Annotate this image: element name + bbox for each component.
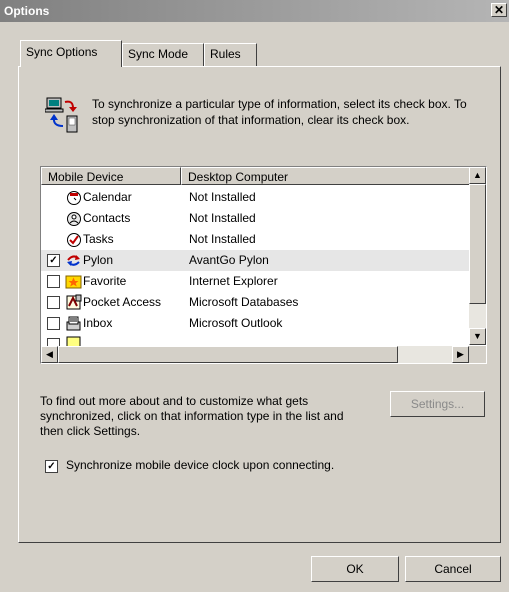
cancel-button[interactable]: Cancel <box>405 556 501 582</box>
item-checkbox[interactable] <box>47 317 60 330</box>
item-name: Pocket Access <box>83 295 162 309</box>
item-name: Favorite <box>83 274 127 288</box>
horizontal-scrollbar[interactable]: ◀ ▶ <box>41 346 469 363</box>
scroll-left-button[interactable]: ◀ <box>41 346 58 363</box>
item-name: Inbox <box>83 316 113 330</box>
close-icon: ✕ <box>493 3 505 17</box>
settings-help-text: To find out more about and to customize … <box>40 394 344 438</box>
favorite-icon <box>65 273 82 290</box>
scroll-down-icon: ▼ <box>473 331 482 341</box>
item-name: Pylon <box>83 253 114 267</box>
window-title: Options <box>4 4 50 18</box>
settings-button[interactable]: Settings... <box>390 391 485 417</box>
contacts-icon <box>65 210 82 227</box>
scroll-thumb[interactable] <box>469 184 486 304</box>
list-item[interactable]: ✓ Pylon AvantGo Pylon <box>41 250 469 271</box>
scroll-left-icon: ◀ <box>46 349 53 359</box>
clock-sync-label[interactable]: Synchronize mobile device clock upon con… <box>66 458 334 472</box>
options-dialog: Options ✕ Sync Options Sync Mode Rules T… <box>0 0 509 592</box>
item-checkbox[interactable] <box>47 275 60 288</box>
scroll-right-icon: ▶ <box>457 349 464 359</box>
column-header-desktop-computer[interactable]: Desktop Computer <box>181 167 471 185</box>
scroll-up-button[interactable]: ▲ <box>469 167 486 184</box>
scroll-down-button[interactable]: ▼ <box>469 328 486 345</box>
pocket-access-icon <box>65 294 82 311</box>
item-desktop: Not Installed <box>189 190 256 204</box>
list-item[interactable]: Inbox Microsoft Outlook <box>41 313 469 334</box>
horizontal-scroll-thumb[interactable] <box>58 346 398 363</box>
intro-text: To synchronize a particular type of info… <box>92 97 467 127</box>
title-bar[interactable]: Options ✕ <box>0 0 509 22</box>
clock-sync-checkbox[interactable]: ✓ <box>45 460 58 473</box>
item-desktop: Microsoft Databases <box>189 295 299 309</box>
list-item[interactable]: Pocket Access Microsoft Databases <box>41 292 469 313</box>
sync-items-list[interactable]: Mobile Device Desktop Computer Calendar … <box>40 166 487 364</box>
list-item[interactable]: Favorite Internet Explorer <box>41 271 469 292</box>
tab-sync-mode[interactable]: Sync Mode <box>122 43 204 66</box>
item-desktop: AvantGo Pylon <box>189 253 269 267</box>
vertical-scrollbar[interactable]: ▲ ▼ <box>469 167 486 345</box>
item-desktop: Not Installed <box>189 232 256 246</box>
scroll-right-button[interactable]: ▶ <box>452 346 469 363</box>
item-desktop: Internet Explorer <box>189 274 278 288</box>
tab-sync-options[interactable]: Sync Options <box>20 40 122 67</box>
sync-icon <box>44 96 85 136</box>
item-checkbox[interactable] <box>47 296 60 309</box>
ok-button[interactable]: OK <box>311 556 399 582</box>
close-button[interactable]: ✕ <box>491 3 507 17</box>
sync-arrows-icon <box>65 252 82 269</box>
list-item[interactable]: Contacts Not Installed <box>41 208 469 229</box>
scrollbar-corner <box>469 346 486 363</box>
item-name: Calendar <box>83 190 132 204</box>
list-item[interactable]: Tasks Not Installed <box>41 229 469 250</box>
scroll-up-icon: ▲ <box>473 170 482 180</box>
item-checkbox[interactable]: ✓ <box>47 254 60 267</box>
item-desktop: Microsoft Outlook <box>189 316 283 330</box>
item-desktop: Not Installed <box>189 211 256 225</box>
tasks-icon <box>65 231 82 248</box>
inbox-icon <box>65 315 82 332</box>
column-header-mobile-device[interactable]: Mobile Device <box>41 167 181 185</box>
item-name: Tasks <box>83 232 114 246</box>
tab-rules[interactable]: Rules <box>204 43 257 66</box>
list-item[interactable]: Calendar Not Installed <box>41 187 469 208</box>
calendar-icon <box>65 189 82 206</box>
item-name: Contacts <box>83 211 131 225</box>
